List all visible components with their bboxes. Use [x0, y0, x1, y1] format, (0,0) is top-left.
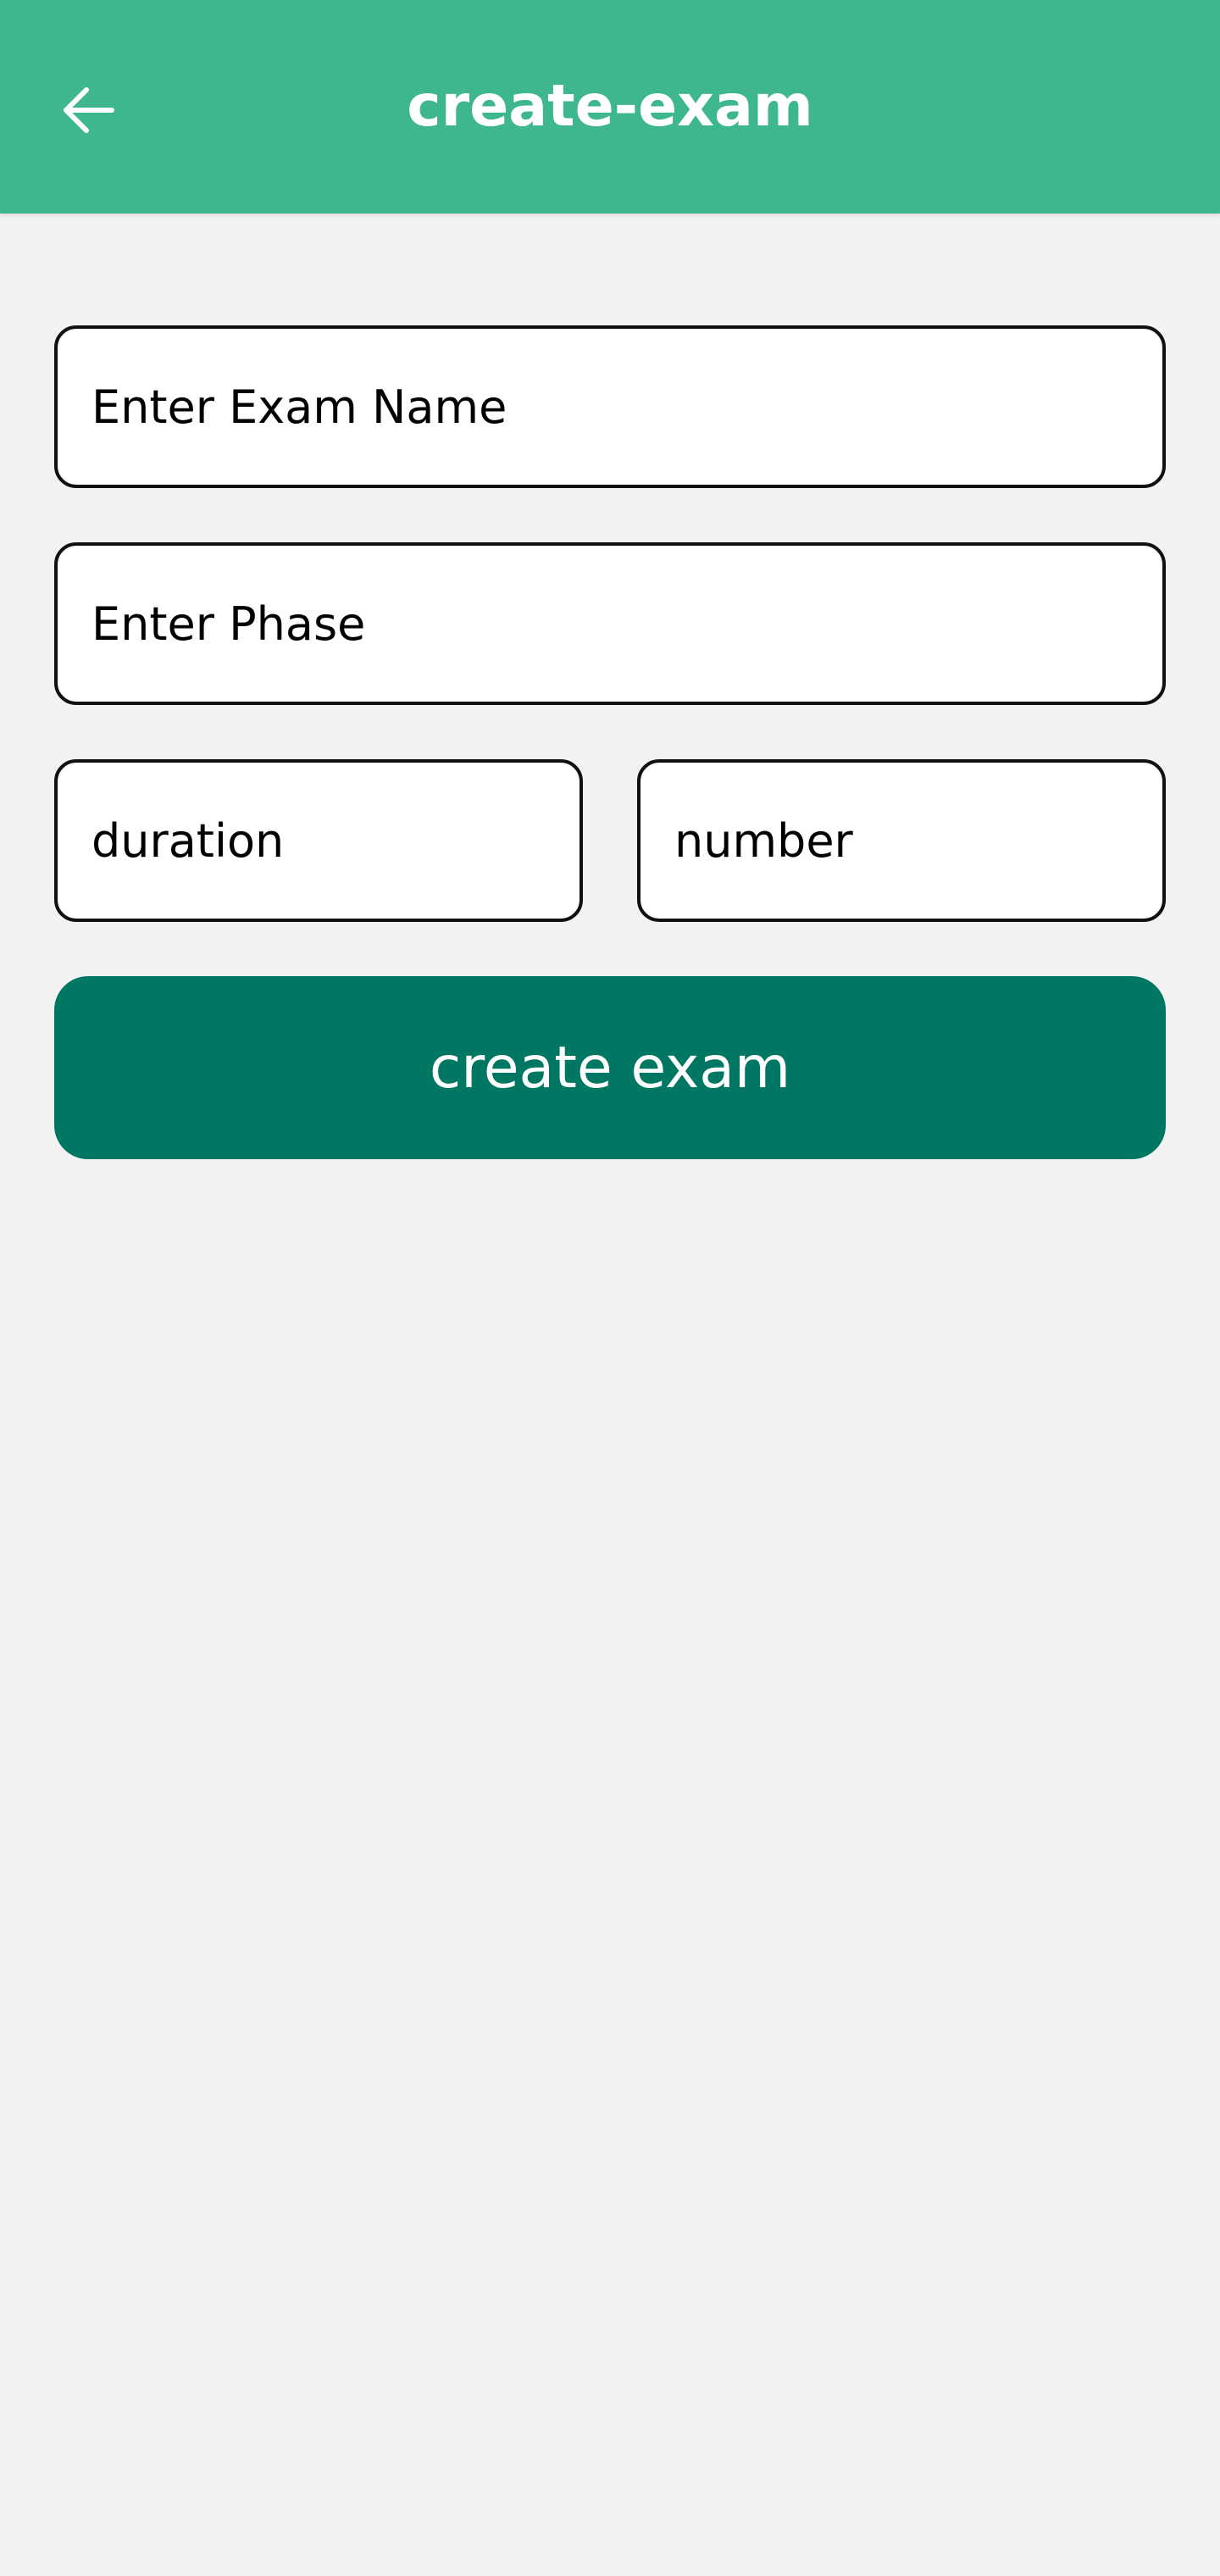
back-button[interactable] — [47, 69, 129, 151]
arrow-left-icon — [64, 87, 114, 133]
exam-name-input[interactable] — [54, 325, 1166, 488]
duration-input[interactable] — [54, 759, 583, 922]
phase-input[interactable] — [54, 542, 1166, 705]
app-bar: create-exam — [0, 0, 1220, 214]
number-input[interactable] — [637, 759, 1166, 922]
create-exam-button[interactable]: create exam — [54, 976, 1166, 1159]
page-title: create-exam — [407, 73, 813, 140]
